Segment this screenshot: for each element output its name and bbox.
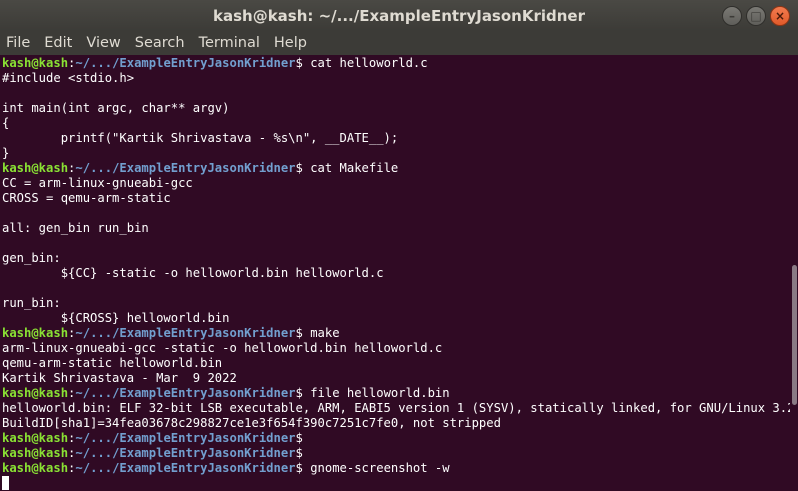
prompt-path: ~/.../ExampleEntryJasonKridner (75, 326, 296, 340)
minimize-icon[interactable]: – (722, 6, 742, 26)
menu-search[interactable]: Search (128, 35, 192, 51)
prompt-path: ~/.../ExampleEntryJasonKridner (75, 161, 296, 175)
output-line: Kartik Shrivastava - Mar 9 2022 (2, 371, 237, 385)
prompt-path: ~/.../ExampleEntryJasonKridner (75, 431, 296, 445)
prompt-line: kash@kash:~/.../ExampleEntryJasonKridner… (2, 461, 450, 475)
maximize-icon[interactable]: □ (746, 6, 766, 26)
prompt-user: kash@kash (2, 446, 69, 460)
output-line: } (2, 146, 10, 160)
output-line: run_bin: (2, 296, 61, 310)
output-line: BuildID[sha1]=34fea03678c298827ce1e3f654… (2, 416, 501, 430)
output-line: helloworld.bin: ELF 32-bit LSB executabl… (2, 401, 798, 415)
prompt-line: kash@kash:~/.../ExampleEntryJasonKridner… (2, 161, 399, 175)
output-line: ${CC} -static -o helloworld.bin hellowor… (2, 266, 384, 280)
output-line: all: gen_bin run_bin (2, 221, 149, 235)
prompt-user: kash@kash (2, 386, 69, 400)
scrollbar[interactable] (790, 55, 798, 491)
scrollbar-thumb[interactable] (792, 265, 797, 405)
output-line: #include <stdio.h> (2, 71, 135, 85)
prompt-user: kash@kash (2, 431, 69, 445)
command-text: $ make (295, 326, 340, 340)
prompt-path: ~/.../ExampleEntryJasonKridner (75, 56, 296, 70)
command-text: $ (295, 431, 311, 445)
output-line: qemu-arm-static helloworld.bin (2, 356, 223, 370)
prompt-line: kash@kash:~/.../ExampleEntryJasonKridner… (2, 56, 428, 70)
command-text: $ file helloworld.bin (295, 386, 450, 400)
prompt-line: kash@kash:~/.../ExampleEntryJasonKridner… (2, 431, 311, 445)
menu-file[interactable]: File (0, 35, 37, 51)
menu-view[interactable]: View (79, 35, 127, 51)
output-line: ${CROSS} helloworld.bin (2, 311, 230, 325)
window-controls: – □ × (722, 6, 790, 26)
prompt-path: ~/.../ExampleEntryJasonKridner (75, 461, 296, 475)
command-text: $ cat Makefile (295, 161, 399, 175)
prompt-user: kash@kash (2, 326, 69, 340)
prompt-line: kash@kash:~/.../ExampleEntryJasonKridner… (2, 386, 450, 400)
menu-bar: File Edit View Search Terminal Help (0, 31, 798, 55)
output-line: CC = arm-linux-gnueabi-gcc (2, 176, 193, 190)
output-line: CROSS = qemu-arm-static (2, 191, 171, 205)
terminal-window: kash@kash: ~/.../ExampleEntryJasonKridne… (0, 0, 798, 491)
prompt-user: kash@kash (2, 56, 69, 70)
prompt-line: kash@kash:~/.../ExampleEntryJasonKridner… (2, 326, 340, 340)
menu-edit[interactable]: Edit (37, 35, 79, 51)
prompt-path: ~/.../ExampleEntryJasonKridner (75, 446, 296, 460)
output-line: printf("Kartik Shrivastava - %s\n", __DA… (2, 131, 399, 145)
title-bar[interactable]: kash@kash: ~/.../ExampleEntryJasonKridne… (0, 0, 798, 31)
close-icon[interactable]: × (770, 6, 790, 26)
prompt-user: kash@kash (2, 161, 69, 175)
output-line: arm-linux-gnueabi-gcc -static -o hellowo… (2, 341, 443, 355)
menu-terminal[interactable]: Terminal (192, 35, 267, 51)
window-title: kash@kash: ~/.../ExampleEntryJasonKridne… (212, 6, 585, 25)
command-text: $ gnome-screenshot -w (295, 461, 450, 475)
output-line: { (2, 116, 10, 130)
menu-help[interactable]: Help (267, 35, 314, 51)
output-line: gen_bin: (2, 251, 61, 265)
command-text: $ cat helloworld.c (295, 56, 428, 70)
command-text: $ (295, 446, 311, 460)
prompt-line: kash@kash:~/.../ExampleEntryJasonKridner… (2, 446, 311, 460)
terminal-cursor-line (2, 476, 790, 491)
terminal-output[interactable]: kash@kash:~/.../ExampleEntryJasonKridner… (0, 55, 798, 491)
text-cursor (2, 476, 9, 490)
prompt-path: ~/.../ExampleEntryJasonKridner (75, 386, 296, 400)
prompt-user: kash@kash (2, 461, 69, 475)
output-line: int main(int argc, char** argv) (2, 101, 230, 115)
